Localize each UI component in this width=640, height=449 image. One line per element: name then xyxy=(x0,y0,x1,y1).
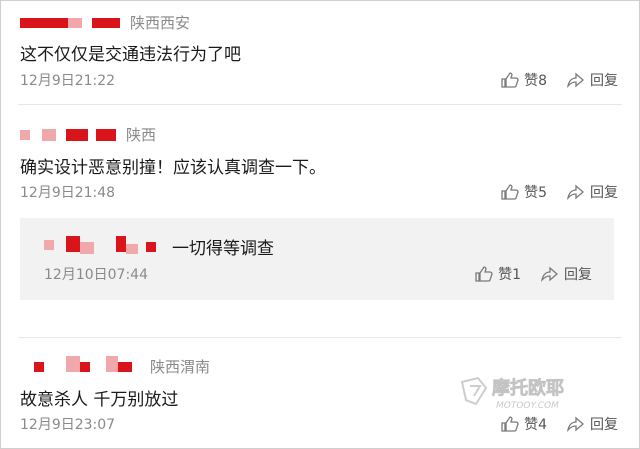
reply-text: 一切得等调查 xyxy=(172,238,274,259)
reply-arrow-icon xyxy=(541,266,558,282)
like-button[interactable]: 赞1 xyxy=(475,264,521,284)
comment-time: 12月9日21:48 xyxy=(20,185,116,201)
reply-button[interactable]: 回复 xyxy=(567,70,618,90)
blurred-username[interactable] xyxy=(20,126,126,142)
thumbs-up-icon xyxy=(501,416,519,432)
user-location: 陕西 xyxy=(126,125,157,144)
reply-label: 回复 xyxy=(564,267,592,283)
reply-arrow-icon xyxy=(567,72,584,88)
comment-text: 故意杀人 千万别放过 xyxy=(20,390,179,410)
like-count: 赞5 xyxy=(524,185,547,201)
reply-meta: 12月10日07:44 赞1 回复 xyxy=(44,264,592,284)
like-button[interactable]: 赞8 xyxy=(501,70,547,90)
watermark-brand: 摩托欧耶 xyxy=(492,377,564,399)
reply-button[interactable]: 回复 xyxy=(567,182,618,202)
blurred-username[interactable] xyxy=(20,356,150,376)
thumbs-up-icon xyxy=(501,184,519,200)
user-row: 陕西渭南 xyxy=(20,354,210,378)
comment-time: 12月9日23:07 xyxy=(20,417,116,433)
divider xyxy=(18,337,622,338)
reply-label: 回复 xyxy=(590,185,618,201)
reply-button[interactable]: 回复 xyxy=(567,414,618,434)
comment-meta: 12月9日23:07 赞4 回复 xyxy=(20,414,618,434)
reply-time: 12月10日07:44 xyxy=(44,267,148,283)
user-location: 陕西西安 xyxy=(130,13,191,32)
user-row: 陕西西安 xyxy=(20,10,190,34)
comment-text: 确实设计恶意别撞！应该认真调查一下。 xyxy=(20,158,326,178)
like-button[interactable]: 赞4 xyxy=(501,414,547,434)
reply-arrow-icon xyxy=(567,184,584,200)
like-button[interactable]: 赞5 xyxy=(501,182,547,202)
divider xyxy=(18,104,622,105)
blurred-username[interactable] xyxy=(20,14,130,30)
comment-meta: 12月9日21:48 赞5 回复 xyxy=(20,182,618,202)
thumbs-up-icon xyxy=(501,72,519,88)
like-count: 赞8 xyxy=(524,73,547,89)
user-row: 一切得等调查 xyxy=(44,234,274,259)
user-location: 陕西渭南 xyxy=(150,357,211,376)
watermark-logo: 摩托欧耶 MOTOOY.COM xyxy=(458,374,588,414)
blurred-username[interactable] xyxy=(44,236,172,256)
user-row: 陕西 xyxy=(20,122,156,146)
thumbs-up-icon xyxy=(475,266,493,282)
reply-label: 回复 xyxy=(590,417,618,433)
comment-text: 这不仅仅是交通违法行为了吧 xyxy=(20,45,241,65)
like-count: 赞4 xyxy=(524,417,547,433)
reply-button[interactable]: 回复 xyxy=(541,264,592,284)
comment-time: 12月9日21:22 xyxy=(20,73,116,89)
reply-label: 回复 xyxy=(590,73,618,89)
comment-meta: 12月9日21:22 赞8 回复 xyxy=(20,70,618,90)
reply-arrow-icon xyxy=(567,416,584,432)
watermark-domain: MOTOOY.COM xyxy=(496,401,559,411)
nested-reply: 一切得等调查 12月10日07:44 赞1 回复 xyxy=(20,218,614,300)
like-count: 赞1 xyxy=(498,267,521,283)
